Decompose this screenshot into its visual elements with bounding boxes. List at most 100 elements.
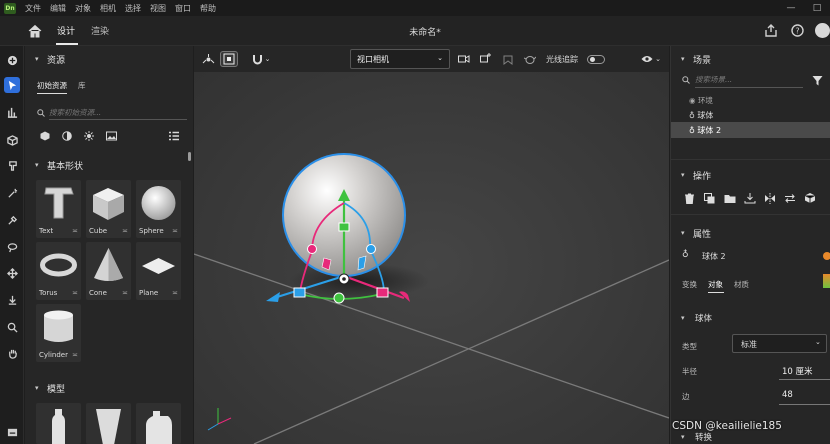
shape-tile-cone[interactable]: Cone ≍	[86, 242, 131, 300]
lasso-tool[interactable]	[4, 239, 20, 255]
folder-icon[interactable]	[724, 193, 736, 204]
shape-tile-sphere[interactable]: Sphere ≍	[136, 180, 181, 238]
collapse-chevron-icon[interactable]: ▾	[35, 55, 39, 63]
subtab-transform[interactable]: 变换	[682, 279, 697, 290]
chevron-down-icon: ⌄	[815, 338, 821, 346]
edges-slider[interactable]	[779, 404, 830, 405]
menu-view[interactable]: 视图	[150, 3, 166, 14]
avatar[interactable]	[815, 23, 830, 38]
scene-item-selected[interactable]: ♁ 球体 2	[671, 122, 830, 138]
menu-help[interactable]: 帮助	[200, 3, 216, 14]
cube-icon[interactable]	[40, 131, 50, 141]
radius-input[interactable]: 10 厘米	[782, 365, 813, 377]
edges-input[interactable]: 48	[782, 390, 793, 400]
subtab-object[interactable]: 对象	[708, 279, 723, 290]
options-icon[interactable]: ≍	[122, 227, 128, 235]
group-convert: 转换	[695, 433, 713, 443]
light-icon[interactable]	[84, 131, 94, 141]
cube-tool[interactable]	[4, 132, 20, 148]
shape-tile-cylinder[interactable]: Cylinder ≍	[36, 304, 81, 362]
duplicate-icon[interactable]	[704, 193, 715, 204]
stamp-tool[interactable]	[4, 292, 20, 308]
list-view-icon[interactable]	[169, 131, 179, 141]
options-icon[interactable]: ≍	[72, 227, 78, 235]
orbit-button[interactable]	[200, 51, 216, 67]
3d-viewport[interactable]: ⌄ 视口相机 ⌄ 光线追踪 ⌄	[194, 46, 669, 444]
type-select[interactable]: 标准 ⌄	[732, 334, 827, 353]
options-icon[interactable]: ≍	[72, 351, 78, 359]
shape-tile-torus[interactable]: Torus ≍	[36, 242, 81, 300]
mirror-icon[interactable]	[764, 193, 776, 204]
options-icon[interactable]: ≍	[172, 289, 178, 297]
subtab-library[interactable]: 库	[78, 80, 86, 91]
tab-render[interactable]: 渲染	[91, 24, 109, 37]
menu-edit[interactable]: 编辑	[50, 3, 66, 14]
tab-design[interactable]: 设计	[57, 24, 75, 37]
scene-item[interactable]: ♁ 球体	[689, 110, 713, 121]
scrollbar-thumb[interactable]	[188, 152, 191, 161]
collapse-chevron-icon[interactable]: ▾	[35, 161, 39, 169]
camera-button[interactable]	[457, 51, 471, 67]
model-tile[interactable]	[36, 403, 81, 444]
snap-view-button[interactable]	[220, 51, 238, 67]
help-icon[interactable]: ?	[791, 24, 804, 37]
ray-tracing-toggle[interactable]	[586, 51, 606, 67]
scene-item[interactable]: ◉ 环境	[689, 95, 713, 106]
image-icon[interactable]	[106, 131, 117, 141]
visibility-button[interactable]: ⌄	[638, 51, 664, 67]
collapse-chevron-icon[interactable]: ▾	[35, 384, 39, 392]
viewport-canvas[interactable]	[194, 46, 669, 444]
subtab-starter-assets[interactable]: 初始资源	[37, 80, 67, 91]
menu-select[interactable]: 选择	[125, 3, 141, 14]
menu-object[interactable]: 对象	[75, 3, 91, 14]
radius-slider[interactable]	[779, 379, 830, 380]
filter-icon[interactable]	[812, 75, 823, 86]
options-icon[interactable]: ≍	[172, 227, 178, 235]
model-tile[interactable]	[136, 403, 181, 444]
chart-tool[interactable]	[4, 104, 20, 120]
minimize-button[interactable]: —	[778, 3, 804, 13]
collapse-chevron-icon[interactable]: ▾	[681, 314, 685, 322]
menu-camera[interactable]: 相机	[100, 3, 116, 14]
maximize-button[interactable]: □	[804, 3, 830, 13]
camera-select[interactable]: 视口相机 ⌄	[350, 49, 450, 69]
shape-tile-plane[interactable]: Plane ≍	[136, 242, 181, 300]
move-tool[interactable]	[4, 265, 20, 281]
magic-wand-tool[interactable]	[4, 185, 20, 201]
shape-tile-cube[interactable]: Cube ≍	[86, 180, 131, 238]
swap-icon[interactable]	[784, 193, 796, 204]
sphere-half-icon[interactable]	[62, 131, 72, 141]
collapse-chevron-icon[interactable]: ▾	[681, 229, 685, 237]
cube-add-icon[interactable]	[804, 192, 816, 204]
bookmark-button[interactable]	[501, 51, 515, 67]
share-icon[interactable]	[765, 24, 777, 37]
shape-tile-text[interactable]: Text ≍	[36, 180, 81, 238]
collapse-chevron-icon[interactable]: ▾	[681, 55, 685, 63]
collapse-chevron-icon[interactable]: ▾	[681, 171, 685, 179]
add-tool[interactable]	[4, 52, 20, 68]
drop-to-floor-icon[interactable]	[744, 192, 756, 204]
render-preview-button[interactable]	[523, 51, 537, 67]
hand-tool[interactable]	[4, 345, 20, 361]
magnet-snap-button[interactable]: ⌄	[248, 51, 274, 67]
add-camera-button[interactable]	[479, 51, 493, 67]
brush-tool[interactable]	[4, 157, 20, 173]
menu-window[interactable]: 窗口	[175, 3, 191, 14]
delete-icon[interactable]	[684, 193, 695, 204]
home-icon[interactable]	[27, 24, 43, 38]
assets-search-input[interactable]: 搜索初始资源...	[49, 106, 187, 120]
menu-file[interactable]: 文件	[25, 3, 41, 14]
model-tile[interactable]	[86, 403, 131, 444]
options-icon[interactable]: ≍	[122, 289, 128, 297]
select-tool[interactable]	[4, 77, 20, 93]
color-swatch[interactable]	[823, 274, 830, 288]
collapse-chevron-icon[interactable]: ▾	[681, 433, 685, 441]
panel-toggle[interactable]	[4, 424, 20, 440]
zoom-tool[interactable]	[4, 319, 20, 335]
warning-badge[interactable]	[823, 252, 830, 260]
eyedropper-tool[interactable]	[4, 212, 20, 228]
search-icon	[7, 322, 18, 333]
subtab-material[interactable]: 材质	[734, 279, 749, 290]
scene-search-input[interactable]: 搜索场景...	[695, 74, 803, 88]
options-icon[interactable]: ≍	[72, 289, 78, 297]
